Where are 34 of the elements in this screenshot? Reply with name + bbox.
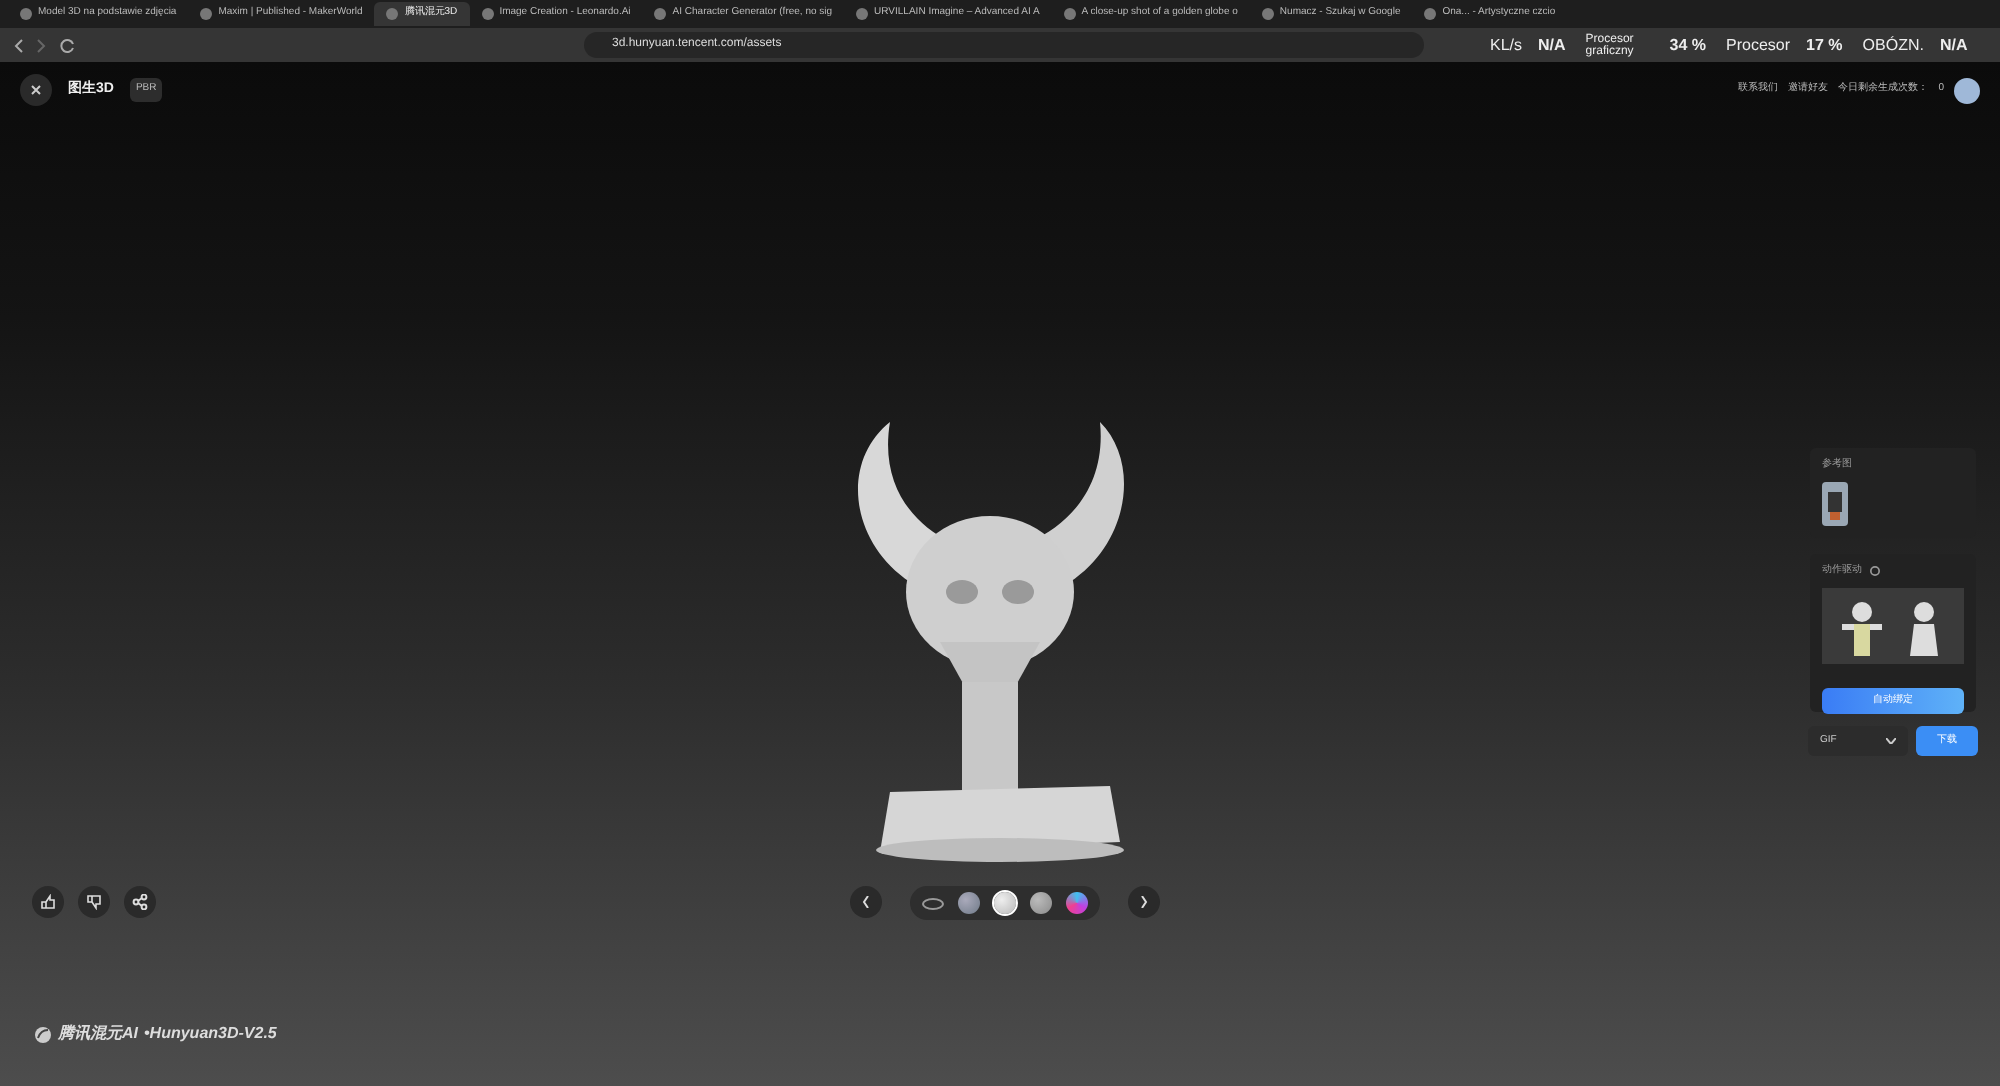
chevron-left-icon (862, 896, 870, 908)
monitor-value: N/A (1939, 33, 1968, 57)
info-icon[interactable] (1870, 566, 1880, 577)
thumbs-up-icon (40, 894, 56, 910)
model-version: •Hunyuan3D-V2.5 (144, 1022, 277, 1046)
chevron-right-icon (1140, 896, 1148, 908)
material-swatch[interactable] (994, 892, 1016, 914)
monitor-value: 17 % (1806, 33, 1843, 57)
material-swatch[interactable] (958, 892, 980, 914)
material-swatch[interactable] (1030, 892, 1052, 914)
monitor-label: KL/s (1490, 33, 1523, 57)
monitor-value: 34 % (1669, 33, 1707, 57)
animation-preview[interactable] (1822, 587, 1964, 663)
previous-button[interactable] (850, 886, 882, 918)
user-avatar[interactable] (1954, 77, 1980, 103)
material-swatch[interactable] (1066, 892, 1088, 914)
brand-name: 腾讯混元AI (58, 1022, 138, 1046)
close-icon (30, 84, 42, 96)
share-button[interactable] (124, 886, 156, 918)
monitor-label: OBÓZN. (1862, 33, 1924, 57)
monitor-value: N/A (1538, 33, 1566, 57)
monitor-label: Procesor (1726, 33, 1791, 57)
reload-icon[interactable] (60, 37, 76, 53)
thumbs-down-icon (86, 894, 102, 910)
material-swatch[interactable] (922, 897, 944, 909)
close-button[interactable] (20, 74, 52, 106)
reference-thumbnail[interactable] (1822, 481, 1848, 525)
dislike-button[interactable] (78, 886, 110, 918)
like-button[interactable] (32, 886, 64, 918)
next-button[interactable] (1128, 886, 1160, 918)
share-icon (132, 894, 148, 910)
logo-icon (34, 1025, 52, 1043)
back-icon[interactable] (12, 37, 24, 53)
chevron-down-icon (1886, 738, 1896, 744)
